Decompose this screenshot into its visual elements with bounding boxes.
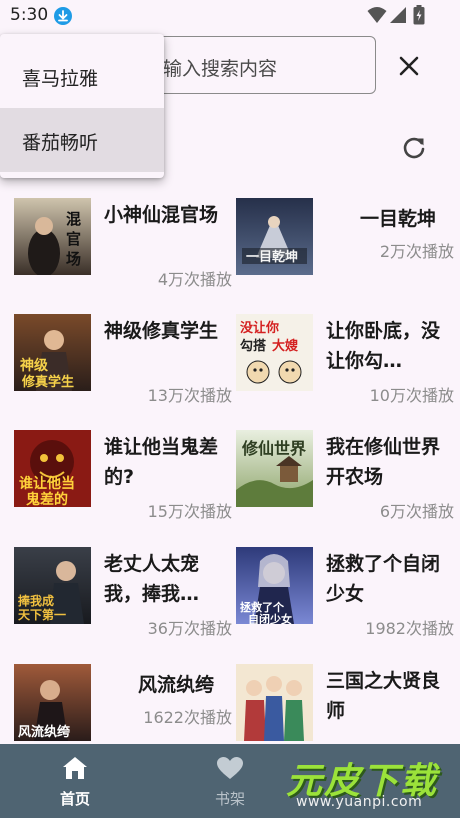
book-title: 小神仙混官场 [104,204,219,226]
play-count: 2万次播放 [379,242,454,261]
book-cover[interactable]: 拯救了个 自闭少女 [236,547,313,624]
svg-text:拯救了个: 拯救了个 [240,600,285,614]
nav-home-label: 首页 [59,790,90,808]
watermark: 元皮下载 www.yuanpi.com [278,744,460,818]
svg-text:勾搭: 勾搭 [240,338,267,354]
svg-text:修真学生: 修真学生 [21,374,74,390]
wifi-icon [367,6,387,28]
status-bar: 5:30 [0,0,460,32]
watermark-url: www.yuanpi.com [296,794,423,810]
close-icon [399,56,419,76]
svg-text:天下第一: 天下第一 [18,607,66,622]
download-notification-icon [54,7,72,25]
book-cover[interactable]: 混 官 场 [14,198,91,275]
book-cover[interactable]: 谁让他当 鬼差的 [14,430,91,507]
svg-text:混: 混 [66,210,81,228]
home-icon [63,757,87,779]
search-input[interactable]: 输入搜索内容 [150,36,376,94]
book-card[interactable]: 神级 修真学生 神级修真学生 13万次播放 [14,314,236,424]
play-count: 13万次播放 [147,386,232,405]
svg-text:谁让他当: 谁让他当 [19,475,75,492]
play-count: 6万次播放 [379,502,454,521]
svg-text:自闭少女: 自闭少女 [248,612,292,624]
book-title: 三国之大贤良师 [326,670,441,722]
svg-text:场: 场 [66,250,81,268]
svg-text:大嫂: 大嫂 [272,338,299,354]
book-cover[interactable]: 捧我成 天下第一 [14,547,91,624]
status-time: 5:30 [10,5,49,25]
book-card[interactable]: 拯救了个 自闭少女 拯救了个自闭少女 1982次播放 [236,547,458,657]
nav-home[interactable]: 首页 [0,744,150,818]
book-title: 谁让他当鬼差的? [104,436,219,488]
book-cover[interactable]: 神级 修真学生 [14,314,91,391]
book-cover[interactable]: 修仙世界 [236,430,313,507]
book-card[interactable]: 混 官 场 小神仙混官场 4万次播放 [14,198,236,308]
heart-icon [217,757,243,779]
book-cover[interactable]: 风流纨绔 [14,664,91,741]
play-count: 10万次播放 [369,386,454,405]
book-cover[interactable]: 一目乾坤 [236,198,313,275]
play-count: 15万次播放 [147,502,232,521]
play-count: 1622次播放 [143,708,232,727]
signal-icon [389,6,407,28]
svg-text:官: 官 [66,230,81,248]
dropdown-item-ximalaya[interactable]: 喜马拉雅 [0,44,164,108]
svg-text:鬼差的: 鬼差的 [26,491,68,507]
book-cover[interactable]: 没让你 勾搭 大嫂 [236,314,313,391]
book-card[interactable]: 谁让他当 鬼差的 谁让他当鬼差的? 15万次播放 [14,430,236,540]
svg-text:没让你: 没让你 [240,320,279,336]
book-cover[interactable] [236,664,313,741]
book-title: 风流纨绔 [137,674,214,696]
play-count: 4万次播放 [157,270,232,289]
book-card[interactable]: 修仙世界 我在修仙世界开农场 6万次播放 [236,430,458,540]
play-count: 1982次播放 [365,619,454,638]
book-card[interactable]: 捧我成 天下第一 老丈人太宠我，捧我… 36万次播放 [14,547,236,657]
battery-icon [413,5,425,29]
close-button[interactable] [393,50,425,82]
book-title: 老丈人太宠我，捧我… [104,553,200,605]
dropdown-item-label: 喜马拉雅 [22,68,99,90]
refresh-button[interactable] [398,132,430,164]
dropdown-item-fanqie[interactable]: 番茄畅听 [0,108,164,172]
book-card[interactable]: 没让你 勾搭 大嫂 让你卧底，没让你勾… 10万次播放 [236,314,458,424]
refresh-icon [403,137,425,159]
book-card[interactable]: 一目乾坤 一目乾坤 2万次播放 [236,198,458,308]
svg-text:神级: 神级 [20,357,49,374]
book-title: 神级修真学生 [104,320,219,342]
book-title: 我在修仙世界开农场 [326,436,441,488]
svg-text:风流纨绔: 风流纨绔 [18,724,71,740]
svg-text:捧我成: 捧我成 [18,593,54,608]
search-placeholder: 输入搜索内容 [163,58,278,80]
play-count: 36万次播放 [147,619,232,638]
svg-text:修仙世界: 修仙世界 [241,439,306,458]
dropdown-item-label: 番茄畅听 [22,132,99,154]
svg-text:一目乾坤: 一目乾坤 [246,249,298,265]
book-title: 让你卧底，没让你勾… [326,320,441,372]
book-title: 一目乾坤 [359,208,436,230]
book-title: 拯救了个自闭少女 [326,553,441,605]
source-dropdown-menu: 喜马拉雅 番茄畅听 [0,34,164,178]
